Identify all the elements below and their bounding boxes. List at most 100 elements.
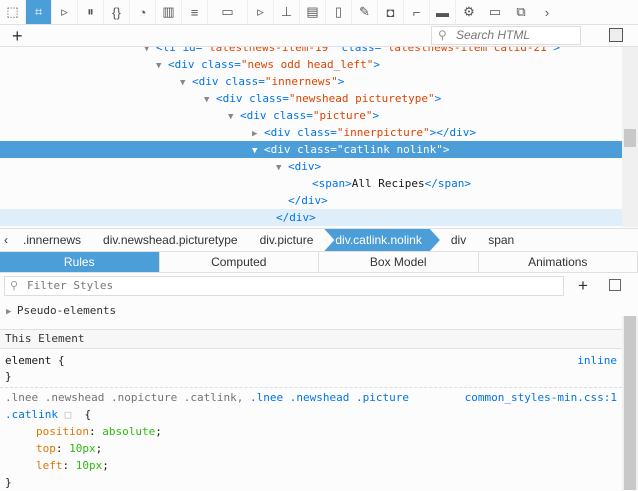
markup-token: <div [264, 143, 297, 156]
paint-flashing-icon[interactable]: ⊥ [274, 0, 300, 24]
markup-node[interactable]: </div> [0, 209, 622, 226]
screenshot-icon[interactable]: ◘ [378, 0, 404, 24]
rule-source-link[interactable]: common_styles-min.css:1 [465, 389, 617, 406]
responsive-icon[interactable]: ▯ [326, 0, 352, 24]
console-icon[interactable]: ▹ [52, 0, 78, 24]
property-value[interactable]: 10px [76, 459, 103, 472]
divider [0, 387, 622, 388]
markup-token: class= [273, 109, 313, 122]
markup-node[interactable]: </div> [0, 192, 622, 209]
tab-box-model[interactable]: Box Model [319, 252, 479, 272]
memory-icon[interactable]: ▥ [156, 0, 182, 24]
selector-unmatched: .lnee .newshead .nopicture .catlink, [5, 391, 250, 404]
breadcrumb-scroll-left[interactable]: ‹ [0, 229, 12, 251]
add-node-button[interactable]: + [12, 25, 23, 47]
markup-token: class= [297, 143, 337, 156]
property-name[interactable]: position [36, 425, 89, 438]
filter-placeholder: Filter Styles [27, 279, 113, 292]
element-rule-selector: element { [5, 352, 65, 369]
declaration[interactable]: left: 10px; [36, 457, 109, 474]
markup-node[interactable]: <span>All Recipes</span> [0, 175, 622, 192]
markup-token: id= [183, 47, 203, 54]
markup-token: class= [249, 92, 289, 105]
markup-node[interactable]: ▼<div class="innernews"> [0, 73, 622, 90]
markup-menu-button[interactable] [609, 28, 623, 42]
this-element-header: This Element [0, 329, 622, 349]
undock-icon[interactable]: ⧉ [508, 0, 534, 24]
markup-tree: ▼<li id="latestnews-item-19" class="late… [0, 47, 622, 227]
markup-token: > [553, 47, 560, 54]
breadcrumb-item[interactable]: div.catlink.nolink [324, 229, 439, 251]
pseudo-elements-label: Pseudo-elements [17, 304, 116, 317]
markup-token: class= [201, 58, 241, 71]
breadcrumb-item[interactable]: div [440, 229, 477, 251]
markup-scrollbar[interactable] [622, 47, 638, 227]
breadcrumb-item[interactable]: span [477, 229, 525, 251]
tab-rules[interactable]: Rules [0, 252, 160, 272]
markup-node[interactable]: ▼<li id="latestnews-item-19" class="late… [0, 47, 622, 56]
rules-scrollbar[interactable] [622, 316, 638, 490]
tab-computed[interactable]: Computed [160, 252, 320, 272]
breadcrumb-item[interactable]: .innernews [12, 229, 92, 251]
element-rule-source[interactable]: inline [577, 352, 617, 369]
markup-token: class= [335, 47, 381, 54]
filter-styles-input[interactable]: ⚲ Filter Styles [4, 276, 564, 296]
markup-toolbar: + ⚲Search HTML [0, 25, 638, 47]
toggle-pseudo-class-button[interactable] [609, 279, 621, 291]
style-editor-icon[interactable]: {} [104, 0, 130, 24]
markup-token: "innerpicture" [337, 126, 430, 139]
inspector-icon[interactable]: ⌗ [26, 0, 52, 24]
markup-node[interactable]: ▼<div class="newshead picturetype"> [0, 90, 622, 107]
pick-element-icon[interactable]: ⬚ [0, 0, 26, 24]
network-icon[interactable]: ≡ [182, 0, 208, 24]
breadcrumb-item[interactable]: div.newshead.picturetype [92, 229, 249, 251]
markup-token: "newshead picturetype" [289, 92, 435, 105]
declaration[interactable]: top: 10px; [36, 440, 102, 457]
rulers-icon[interactable]: ⌐ [404, 0, 430, 24]
more-icon[interactable]: › [534, 0, 560, 24]
markup-token: > [373, 58, 380, 71]
property-value[interactable]: 10px [69, 442, 96, 455]
breadcrumb-item[interactable]: div.picture [249, 229, 325, 251]
debugger-icon[interactable]: ⏸ [78, 0, 104, 24]
markup-node[interactable]: ▶<div class="innerpicture"></div> [0, 124, 622, 141]
scrollbar-thumb[interactable] [624, 316, 636, 490]
property-name[interactable]: left [36, 459, 63, 472]
sidebar-tabs: RulesComputedBox ModelAnimations [0, 252, 638, 273]
markup-token: All Recipes [352, 177, 425, 190]
scratchpad-icon[interactable]: ▹ [248, 0, 274, 24]
search-html-input[interactable]: ⚲Search HTML [431, 26, 581, 45]
eyedropper-icon[interactable]: ✎ [352, 0, 378, 24]
selector-matched: .catlink [5, 408, 58, 421]
notes-icon[interactable]: ▤ [300, 0, 326, 24]
scrollbar-thumb[interactable] [624, 129, 636, 147]
markup-node[interactable]: ▼<div class="picture"> [0, 107, 622, 124]
rule-close-brace: } [5, 474, 12, 491]
dock-icon[interactable]: ▭ [482, 0, 508, 24]
markup-token: <div [192, 75, 225, 88]
measure-icon[interactable]: ▬ [430, 0, 456, 24]
property-value[interactable]: absolute [102, 425, 155, 438]
property-name[interactable]: top [36, 442, 56, 455]
markup-token: "latestnews-item catid-21" [381, 47, 553, 54]
performance-icon[interactable]: ◔ [130, 0, 156, 24]
pseudo-elements-toggle[interactable]: ▶ Pseudo-elements [6, 304, 116, 317]
markup-node[interactable]: ▼<div class="news odd head_left"> [0, 56, 622, 73]
split-console-icon[interactable]: ▭ [208, 0, 248, 24]
settings-icon[interactable]: ⚙ [456, 0, 482, 24]
markup-node[interactable]: ▼<div class="catlink nolink"> [0, 141, 622, 158]
markup-node[interactable]: ▼<div> [0, 158, 622, 175]
devtools-toolbar: ⬚⌗▹⏸{}◔▥≡▭▹⊥▤▯✎◘⌐▬⚙▭⧉› [0, 0, 638, 25]
tab-animations[interactable]: Animations [479, 252, 638, 272]
markup-token: class= [297, 126, 337, 139]
markup-token: > [338, 75, 345, 88]
declaration[interactable]: position: absolute; [36, 423, 162, 440]
add-rule-button[interactable]: + [578, 276, 588, 296]
markup-token: > [443, 143, 450, 156]
highlight-selector-icon[interactable]: □ [65, 408, 72, 421]
breadcrumb: ‹ .innernewsdiv.newshead.picturetypediv.… [0, 228, 638, 252]
markup-token: <div [216, 92, 249, 105]
markup-token: > [372, 109, 379, 122]
search-icon: ⚲ [10, 277, 18, 295]
selector-matched: .lnee .newshead .picture [250, 391, 409, 404]
